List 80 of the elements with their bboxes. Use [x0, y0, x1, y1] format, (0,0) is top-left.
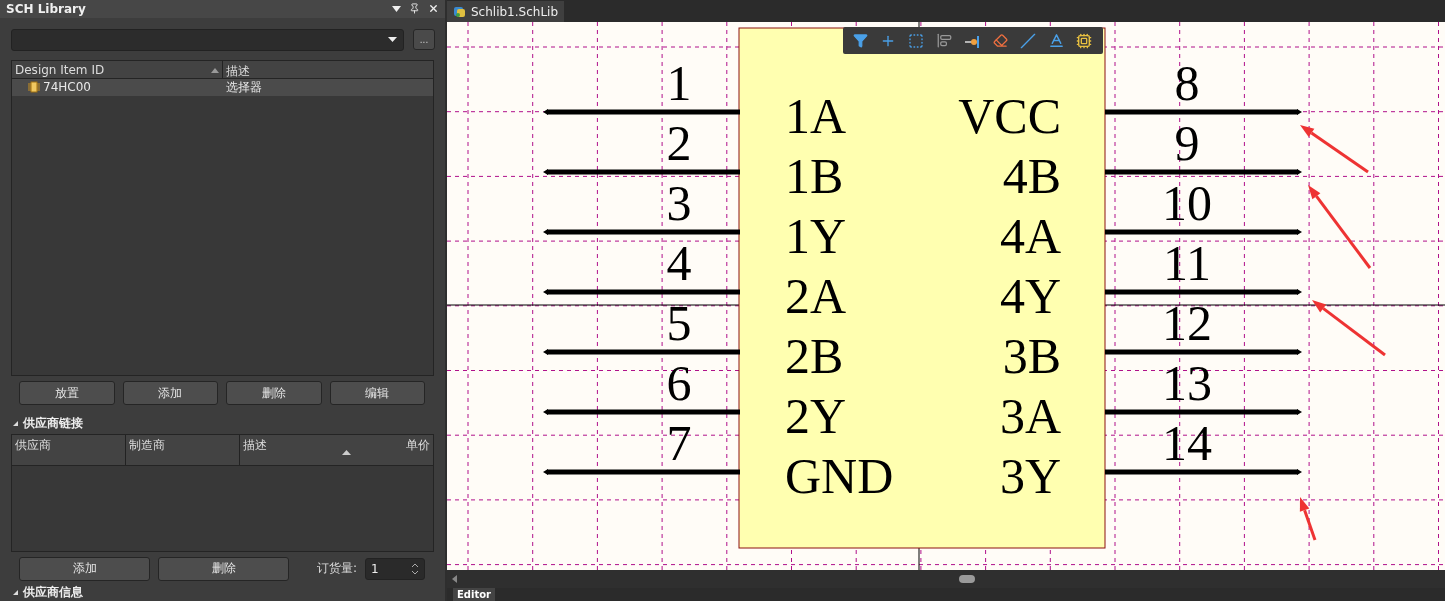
- editor-tab[interactable]: Editor: [453, 588, 495, 601]
- action-button[interactable]: 编辑: [329, 381, 425, 406]
- action-button[interactable]: 添加: [19, 557, 150, 581]
- pin-name: 2Y: [785, 388, 847, 444]
- pin-number: 13: [1162, 355, 1212, 411]
- quantity-spinner[interactable]: 1: [365, 558, 425, 580]
- pin-line[interactable]: [543, 109, 740, 115]
- pin-name: 3Y: [999, 448, 1061, 504]
- component-body[interactable]: [738, 27, 1106, 549]
- pin-line[interactable]: [1105, 229, 1302, 235]
- column-header[interactable]: 描述: [240, 435, 354, 466]
- pin-line[interactable]: [543, 169, 740, 175]
- pin-name: 4A: [999, 208, 1061, 264]
- pin-icon[interactable]: [409, 3, 420, 15]
- caret-icon: [388, 37, 397, 43]
- pin-line[interactable]: [1105, 169, 1302, 175]
- pin-line[interactable]: [1105, 409, 1302, 415]
- browse-button[interactable]: ...: [413, 29, 435, 51]
- pin-name: 3B: [1002, 328, 1061, 384]
- action-button[interactable]: 删除: [226, 381, 322, 406]
- pin-name: 3A: [999, 388, 1061, 444]
- pin-line[interactable]: [1105, 469, 1302, 475]
- pin-number: 2: [666, 115, 692, 171]
- pin-name: 4Y: [999, 268, 1061, 324]
- sort-icon: [211, 67, 219, 73]
- collapse-icon[interactable]: [12, 589, 19, 596]
- close-icon[interactable]: [428, 3, 439, 15]
- action-button[interactable]: 删除: [158, 557, 289, 581]
- pin-name: 4B: [1002, 148, 1061, 204]
- action-button[interactable]: 放置: [19, 381, 115, 406]
- scroll-left-icon[interactable]: [452, 575, 457, 583]
- pin-number: 6: [666, 355, 692, 411]
- panel-title: SCH Library: [6, 1, 87, 16]
- section-title[interactable]: 供应商信息: [23, 584, 83, 601]
- pin-name: 1Y: [785, 208, 847, 264]
- pin-line[interactable]: [1105, 349, 1302, 355]
- pin-name: GND: [785, 448, 894, 504]
- column-header[interactable]: 描述: [223, 60, 433, 78]
- pin-number: 10: [1162, 175, 1212, 231]
- column-header[interactable]: 单价: [354, 435, 433, 466]
- component-icon: [28, 81, 40, 94]
- action-button[interactable]: 添加: [122, 381, 218, 406]
- pin-name: VCC: [958, 88, 1061, 144]
- document-tab[interactable]: Schlib1.SchLib: [447, 1, 564, 22]
- pin-name: 2B: [785, 328, 844, 384]
- pin-name: 2A: [785, 268, 847, 324]
- quantity-label: 订货量:: [316, 560, 357, 578]
- annotation-arrow: [1300, 125, 1369, 174]
- pin-number: 3: [666, 175, 692, 231]
- sort-icon: [342, 450, 351, 456]
- pin-number: 11: [1162, 235, 1212, 291]
- column-header[interactable]: 制造商: [126, 435, 240, 466]
- pin-number: 9: [1174, 115, 1200, 171]
- pin-number: 14: [1162, 415, 1212, 471]
- pin-line[interactable]: [543, 349, 740, 355]
- pin-number: 12: [1162, 295, 1212, 351]
- column-header[interactable]: 供应商: [12, 435, 126, 466]
- pin-number: 5: [666, 295, 692, 351]
- section-title[interactable]: 供应商链接: [23, 415, 83, 433]
- column-header[interactable]: Design Item ID: [12, 60, 223, 78]
- pin-name: 1A: [785, 88, 847, 144]
- dropdown-icon[interactable]: [392, 5, 401, 12]
- pin-line[interactable]: [543, 409, 740, 415]
- scrollbar-thumb[interactable]: [959, 575, 975, 583]
- pin-line[interactable]: [1105, 289, 1302, 295]
- pin-number: 1: [666, 55, 692, 111]
- pin-line[interactable]: [1105, 109, 1302, 115]
- pin-line[interactable]: [543, 289, 740, 295]
- document-icon: [453, 5, 466, 18]
- pin-line[interactable]: [543, 469, 740, 475]
- pin-number: 4: [666, 235, 692, 291]
- pin-name: 1B: [785, 148, 844, 204]
- item-description: 选择器: [226, 78, 262, 96]
- annotation-arrow: [1299, 497, 1317, 541]
- item-id: 74HC00: [43, 80, 91, 95]
- collapse-icon[interactable]: [12, 420, 19, 428]
- pin-number: 8: [1174, 55, 1200, 111]
- spinner-arrows-icon[interactable]: [411, 562, 419, 576]
- pin-line[interactable]: [543, 229, 740, 235]
- pin-number: 7: [666, 415, 692, 471]
